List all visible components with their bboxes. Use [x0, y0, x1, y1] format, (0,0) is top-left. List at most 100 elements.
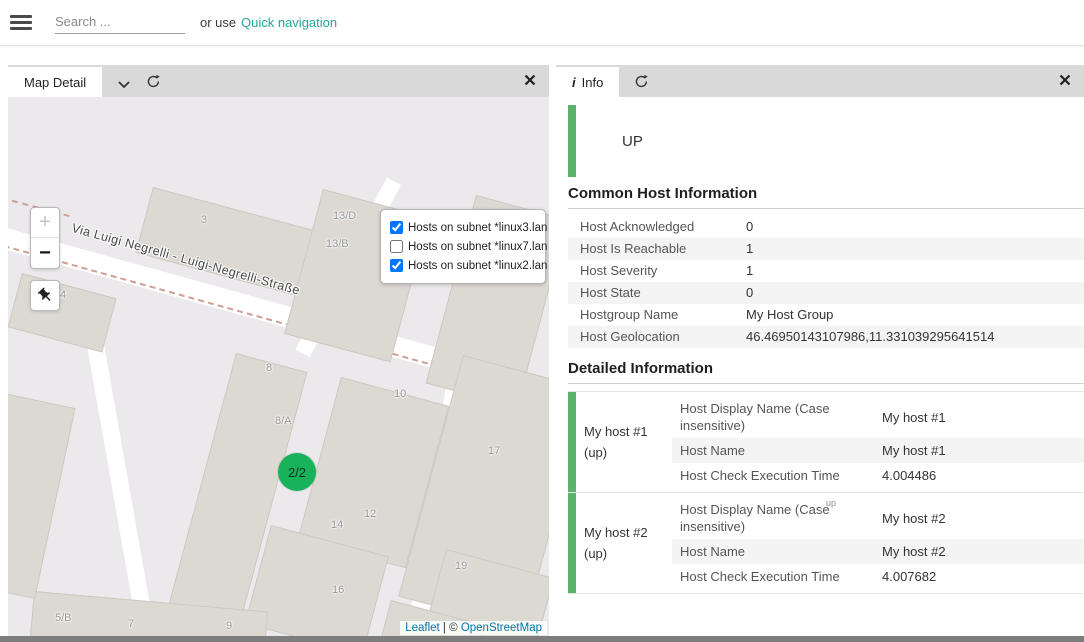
pushpin-icon — [37, 287, 54, 304]
row-value: My host #1 — [882, 409, 1076, 426]
copyright-symbol: © — [449, 622, 457, 634]
or-use-text: or use — [200, 15, 236, 30]
row-value: My Host Group — [746, 308, 1084, 322]
host-name-cell: My host #1(up) — [576, 392, 672, 492]
legend-label: Hosts on subnet *linux2.lan — [408, 260, 547, 272]
table-row: Hostgroup NameMy Host Group — [568, 304, 1084, 326]
top-navbar: or use Quick navigation — [0, 0, 1084, 46]
map-canvas[interactable]: Via Luigi Negrelli - Luigi-Negrelli-Stra… — [8, 97, 549, 637]
row-value: 1 — [746, 264, 1084, 278]
row-label: Host State — [580, 286, 746, 300]
info-panel-header: i Info — [556, 65, 1084, 97]
tab-info[interactable]: i Info — [556, 67, 619, 97]
row-label: Host Check Execution Time — [680, 568, 882, 585]
legend-checkbox[interactable] — [390, 221, 403, 234]
host-cluster-marker[interactable]: 2/2 — [278, 453, 316, 491]
common-host-information-heading: Common Host Information — [568, 185, 1084, 209]
close-icon[interactable] — [1059, 74, 1071, 86]
status-color-bar — [568, 105, 576, 177]
row-value: 0 — [746, 286, 1084, 300]
row-value: 4.004486 — [882, 467, 1076, 484]
legend-checkbox[interactable] — [390, 240, 403, 253]
map-building — [8, 385, 76, 599]
info-icon: i — [572, 75, 576, 90]
house-number: 17 — [488, 445, 500, 457]
leaflet-link[interactable]: Leaflet — [405, 622, 440, 634]
host-state: (up) — [584, 543, 668, 564]
row-label: Host Acknowledged — [580, 220, 746, 234]
house-number: 19 — [455, 560, 467, 572]
pin-button[interactable] — [30, 280, 60, 311]
map-building — [8, 273, 117, 352]
house-number: 8 — [266, 362, 272, 374]
host-block: My host #1(up)Host Display Name (Case in… — [568, 391, 1084, 492]
house-number: 13/D — [333, 210, 356, 222]
host-status-color-bar — [568, 493, 576, 593]
bottom-bar — [0, 636, 1084, 642]
close-icon[interactable] — [524, 74, 536, 86]
map-road — [84, 327, 160, 637]
row-value: 46.46950143107986,11.331039295641514 — [746, 330, 1084, 344]
house-number: 16 — [332, 584, 344, 596]
legend-row: Hosts on subnet *linux2.lan — [390, 257, 536, 274]
row-value: My host #2 — [882, 510, 1076, 527]
row-label: Host Check Execution Time — [680, 467, 882, 484]
host-detail-table: Host Display Name (Case insensitive)My h… — [672, 493, 1084, 593]
map-detail-panel: Map Detail — [8, 65, 549, 637]
table-row: Host Check Execution Time4.007682 — [672, 564, 1084, 589]
house-number: 5/B — [55, 612, 72, 624]
row-label: Host Display Name (Case insensitive) — [680, 400, 882, 434]
render-artifact: up — [826, 501, 842, 509]
table-row: Host NameMy host #2 — [672, 539, 1084, 564]
status-text: UP — [622, 133, 643, 150]
legend-label: Hosts on subnet *linux3.lan — [408, 222, 547, 234]
legend-row: Hosts on subnet *linux7.lan — [390, 238, 536, 255]
map-layers-legend: Hosts on subnet *linux3.lan Hosts on subn… — [380, 209, 546, 284]
host-detail-table: Host Display Name (Case insensitive)My h… — [672, 392, 1084, 492]
host-status-color-bar — [568, 392, 576, 492]
row-label: Host Display Name (Case insensitive) — [680, 501, 882, 535]
house-number: 12 — [364, 508, 376, 520]
map-attribution: Leaflet | © OpenStreetMap — [400, 621, 547, 635]
host-name: My host #1 — [584, 421, 668, 442]
house-number: 14 — [331, 519, 343, 531]
map-panel-header: Map Detail — [8, 65, 549, 97]
zoom-in-button[interactable]: + — [31, 208, 59, 238]
refresh-icon[interactable] — [146, 74, 161, 89]
map-zoom-control: + − — [30, 207, 60, 269]
house-number: 13/B — [326, 238, 349, 250]
table-row: Host Check Execution Time4.004486 — [672, 463, 1084, 488]
table-row: Host Severity1 — [568, 260, 1084, 282]
table-row: Host NameMy host #1 — [672, 438, 1084, 463]
legend-checkbox[interactable] — [390, 259, 403, 272]
host-name-cell: My host #2(up) — [576, 493, 672, 593]
tab-map-detail[interactable]: Map Detail — [8, 67, 102, 97]
detailed-information-list: My host #1(up)Host Display Name (Case in… — [568, 391, 1084, 594]
detailed-information-heading: Detailed Information — [568, 360, 1084, 384]
row-value: 4.007682 — [882, 568, 1076, 585]
tab-map-detail-label: Map Detail — [24, 75, 86, 90]
quick-navigation-link[interactable]: Quick navigation — [241, 15, 337, 30]
row-label: Host Name — [680, 442, 882, 459]
host-state: (up) — [584, 442, 668, 463]
menu-icon[interactable] — [10, 15, 32, 31]
host-name: My host #2 — [584, 522, 668, 543]
table-row: Host State0 — [568, 282, 1084, 304]
house-number: 7 — [128, 618, 134, 630]
house-number: 3 — [201, 214, 207, 226]
chevron-down-icon[interactable] — [117, 80, 131, 89]
zoom-out-button[interactable]: − — [31, 238, 59, 268]
row-value: My host #2 — [882, 543, 1076, 560]
openstreetmap-link[interactable]: OpenStreetMap — [461, 622, 542, 634]
house-number: 9 — [226, 620, 232, 632]
common-host-information-table: Host Acknowledged0Host Is Reachable1Host… — [568, 216, 1084, 348]
row-label: Host Is Reachable — [580, 242, 746, 256]
tab-info-label: Info — [582, 75, 604, 90]
search-input[interactable] — [55, 10, 185, 34]
house-number: 10 — [394, 388, 406, 400]
table-row: Host Geolocation46.46950143107986,11.331… — [568, 326, 1084, 348]
refresh-icon[interactable] — [634, 74, 649, 89]
attribution-separator: | — [443, 622, 446, 634]
row-label: Host Severity — [580, 264, 746, 278]
row-label: Hostgroup Name — [580, 308, 746, 322]
